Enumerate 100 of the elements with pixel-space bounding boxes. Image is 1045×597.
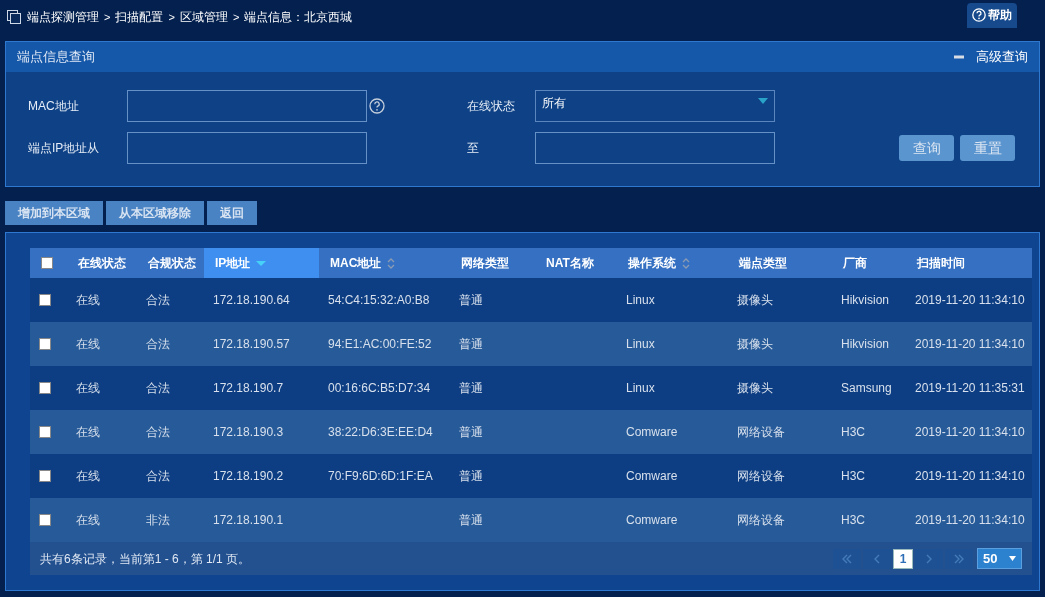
column-header[interactable]: 合规状态: [137, 248, 204, 278]
table-row[interactable]: 在线 合法 172.18.190.3 38:22:D6:3E:EE:D4 普通 Comware 网络设备 H3C 2019-11-20 11:34:10: [30, 410, 1032, 454]
field-label: MAC地址: [28, 98, 80, 115]
column-header[interactable]: 扫描时间: [906, 248, 1031, 278]
table-cell-text: 54:C4:15:32:A0:B8: [328, 292, 430, 309]
field-label: 至: [467, 140, 480, 157]
table-row[interactable]: 在线 合法 172.18.190.7 00:16:6C:B5:D7:34 普通 Linux 摄像头 Samsung 2019-11-20 11:35:31: [30, 366, 1032, 410]
table-cell-text: 合法: [146, 424, 170, 441]
column-header[interactable]: IP地址: [204, 248, 319, 278]
column-header[interactable]: 在线状态: [65, 248, 137, 278]
table-cell-text: 2019-11-20 11:34:10: [915, 292, 1025, 309]
double-left-chevron-icon: [841, 553, 853, 564]
table-cell-text: 普通: [459, 380, 483, 397]
action-button[interactable]: 增加到本区域: [5, 201, 103, 225]
table-cell-text: H3C: [841, 512, 865, 529]
input-field[interactable]: [535, 132, 775, 164]
column-header[interactable]: NAT名称: [535, 248, 617, 278]
table-cell-text: Comware: [626, 512, 678, 529]
checkbox[interactable]: [41, 257, 53, 269]
table-cell-text: 2019-11-20 11:34:10: [915, 336, 1025, 353]
form-button[interactable]: 重置: [960, 135, 1015, 161]
table-cell-text: 非法: [146, 512, 170, 529]
column-header[interactable]: 操作系统: [617, 248, 728, 278]
breadcrumb-item[interactable]: 端点探测管理: [27, 8, 99, 26]
action-button[interactable]: 返回: [207, 201, 257, 225]
table-cell-text: 2019-11-20 11:34:10: [915, 424, 1025, 441]
checkbox[interactable]: [39, 470, 51, 482]
table-cell-text: 摄像头: [737, 292, 773, 309]
table-cell-text: 172.18.190.2: [213, 468, 284, 485]
column-header[interactable]: 端点类型: [728, 248, 832, 278]
table-cell-text: 在线: [76, 380, 100, 397]
table-cell-text: 在线: [76, 468, 100, 485]
breadcrumb-item[interactable]: 扫描配置: [115, 8, 164, 26]
checkbox[interactable]: [39, 514, 51, 526]
table-cell-text: Samsung: [841, 380, 892, 397]
status-dropdown[interactable]: 所有: [535, 90, 775, 122]
help-button[interactable]: 帮助: [967, 2, 1017, 28]
table-cell-text: 合法: [146, 380, 170, 397]
table-cell-text: H3C: [841, 468, 865, 485]
table-cell-text: 2019-11-20 11:35:31: [915, 380, 1025, 397]
checkbox[interactable]: [39, 382, 51, 394]
table-cell-text: 38:22:D6:3E:EE:D4: [328, 424, 433, 441]
checkbox[interactable]: [39, 338, 51, 350]
table-row[interactable]: 在线 合法 172.18.190.64 54:C4:15:32:A0:B8 普通 Linux 摄像头 Hikvision 2019-11-20 11:34:10: [30, 278, 1032, 322]
form-button[interactable]: 查询: [899, 135, 954, 161]
action-button[interactable]: 从本区域移除: [106, 201, 204, 225]
left-chevron-icon: [873, 553, 881, 564]
table-cell-text: Comware: [626, 468, 678, 485]
breadcrumb-separator: >: [104, 9, 111, 25]
table-cell-text: 在线: [76, 336, 100, 353]
input-field[interactable]: [127, 90, 367, 122]
table-row[interactable]: 在线 合法 172.18.190.57 94:E1:AC:00:FE:52 普通 Linux 摄像头 Hikvision 2019-11-20 11:34:10: [30, 322, 1032, 366]
table-cell-text: 172.18.190.64: [213, 292, 290, 309]
table-cell-text: 普通: [459, 424, 483, 441]
breadcrumb-separator: >: [168, 9, 175, 25]
breadcrumb-item: 端点信息：北京西城: [244, 9, 353, 26]
table-cell-text: Linux: [626, 292, 655, 309]
sort-icon: [682, 257, 690, 269]
table-cell-text: 合法: [146, 336, 170, 353]
table-cell-text: 00:16:6C:B5:D7:34: [328, 380, 431, 397]
table-cell-text: 网络设备: [737, 424, 785, 441]
table-cell-text: 2019-11-20 11:34:10: [915, 512, 1025, 529]
dropdown-caret-icon: [1009, 556, 1016, 561]
page-size-dropdown[interactable]: 50: [977, 548, 1022, 569]
table-cell-text: 70:F9:6D:6D:1F:EA: [328, 468, 433, 485]
table-cell-text: 2019-11-20 11:34:10: [915, 468, 1025, 485]
table-cell-text: 94:E1:AC:00:FE:52: [328, 336, 432, 353]
table-cell-text: 172.18.190.1: [213, 512, 284, 529]
table-row[interactable]: 在线 非法 172.18.190.1 普通 Comware 网络设备 H3C 2019-11-20 11:34:10: [30, 498, 1032, 542]
table-cell-text: 172.18.190.7: [213, 380, 284, 397]
table-cell-text: H3C: [841, 424, 865, 441]
right-chevron-icon: [925, 553, 933, 564]
checkbox[interactable]: [39, 426, 51, 438]
panel-title: 端点信息查询: [17, 48, 95, 67]
table-cell-text: 普通: [459, 336, 483, 353]
checkbox[interactable]: [39, 294, 51, 306]
column-header[interactable]: 网络类型: [450, 248, 535, 278]
input-field[interactable]: [127, 132, 367, 164]
table-cell-text: Hikvision: [841, 292, 889, 309]
record-summary: 共有6条记录，当前第1 - 6，第 1/1 页。: [40, 550, 251, 568]
dropdown-caret-icon: [758, 98, 768, 104]
table-cell-text: 摄像头: [737, 380, 773, 397]
column-header[interactable]: 厂商: [832, 248, 906, 278]
table-cell-text: Linux: [626, 336, 655, 353]
advanced-query-toggle[interactable]: 高级查询: [954, 47, 1028, 67]
table-cell-text: 合法: [146, 468, 170, 485]
column-header[interactable]: MAC地址: [319, 248, 450, 278]
table-cell-text: 合法: [146, 292, 170, 309]
table-cell-text: 普通: [459, 292, 483, 309]
table-row[interactable]: 在线 合法 172.18.190.2 70:F9:6D:6D:1F:EA 普通 Comware 网络设备 H3C 2019-11-20 11:34:10: [30, 454, 1032, 498]
table-cell-text: Hikvision: [841, 336, 889, 353]
table-cell-text: 网络设备: [737, 512, 785, 529]
pages-icon: [7, 10, 21, 24]
breadcrumb-item[interactable]: 区域管理: [179, 8, 228, 26]
field-label: 在线状态: [467, 98, 516, 115]
table-cell-text: 172.18.190.3: [213, 424, 284, 441]
table-cell-text: 在线: [76, 512, 100, 529]
page-button[interactable]: 1: [893, 548, 913, 569]
sort-icon: [387, 257, 396, 269]
table-cell-text: 普通: [459, 512, 483, 529]
